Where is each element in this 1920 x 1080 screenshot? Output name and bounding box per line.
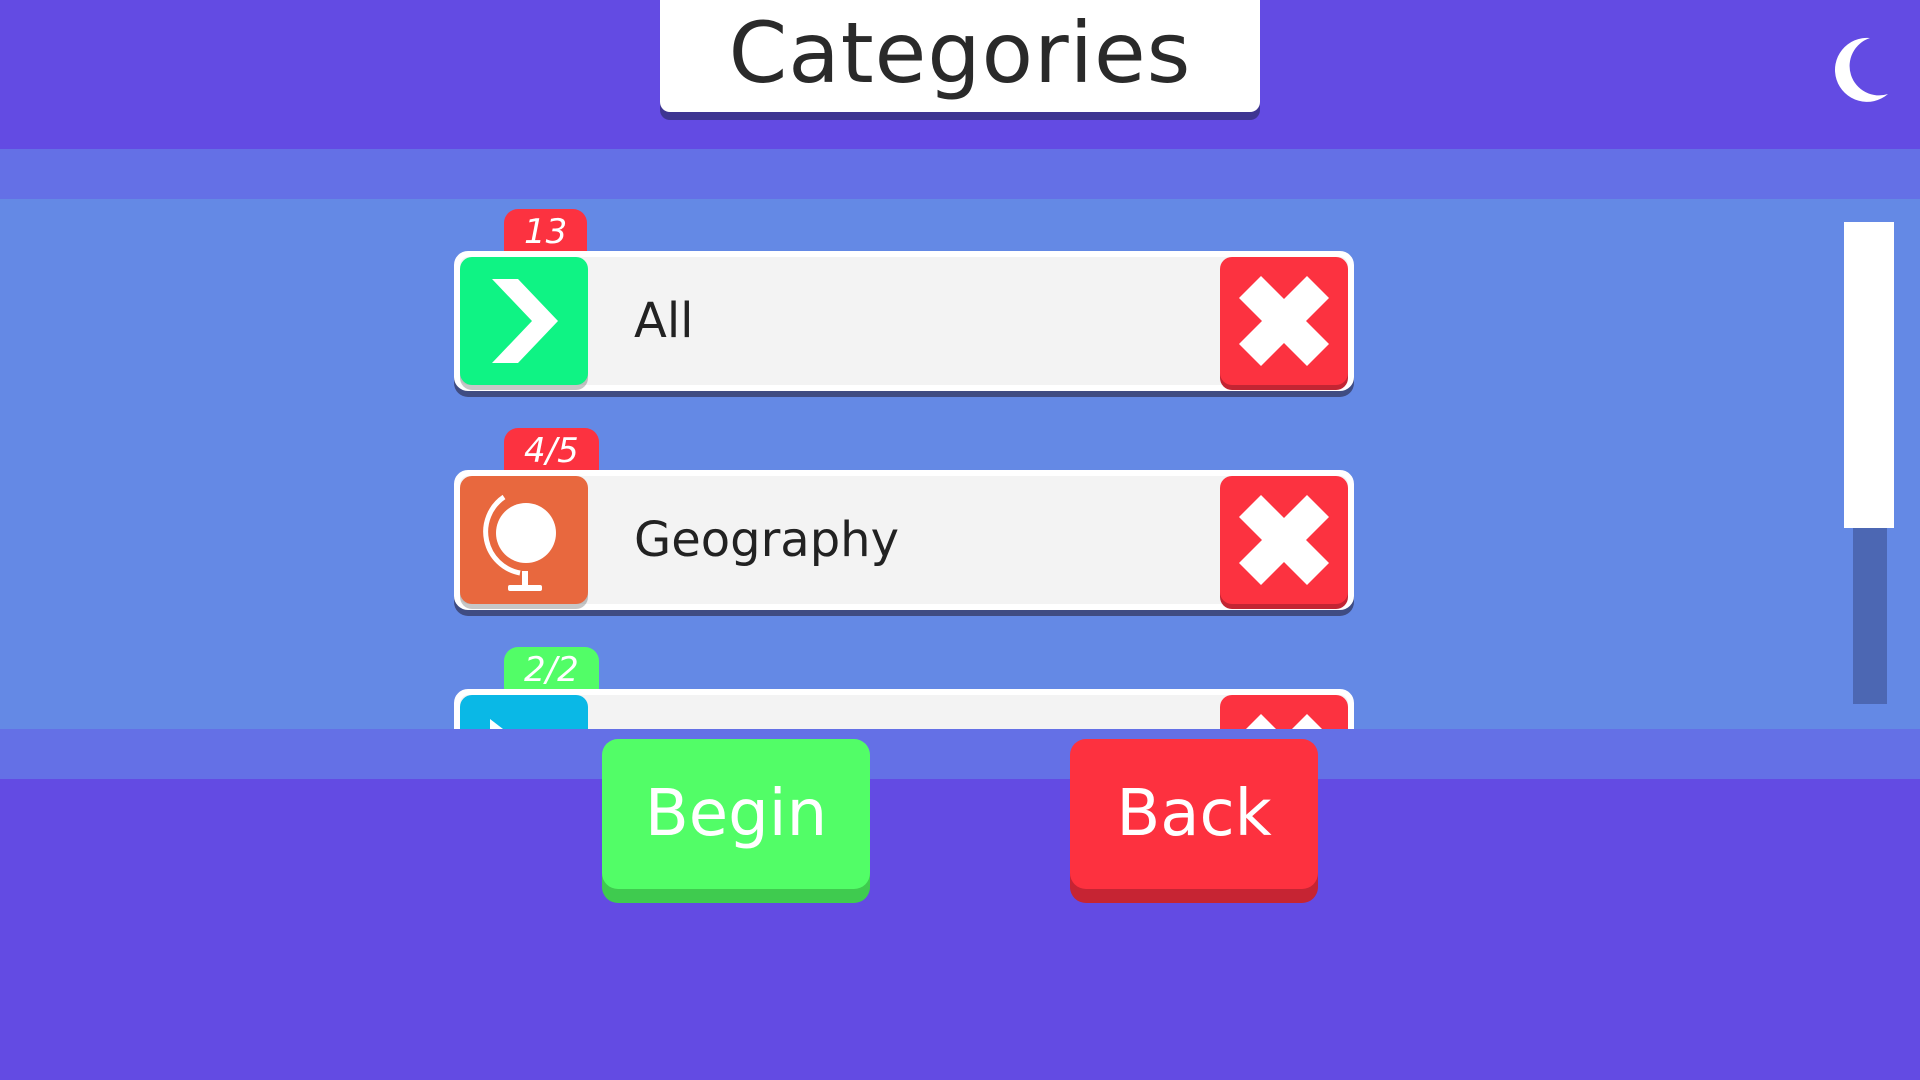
back-button[interactable]: Back: [1070, 739, 1318, 889]
select-category-button[interactable]: [460, 476, 588, 604]
chevron-right-icon: [492, 279, 558, 363]
count-badge: 4/5: [504, 428, 599, 474]
close-icon: [1239, 276, 1329, 366]
category-card: Geography: [454, 470, 1354, 610]
remove-category-button[interactable]: [1220, 257, 1348, 385]
crescent-moon-icon[interactable]: [1826, 34, 1892, 104]
select-category-button[interactable]: [460, 695, 588, 729]
page-title: Categories: [728, 4, 1192, 102]
category-label: Geography: [634, 512, 900, 568]
globe-icon: [483, 494, 556, 591]
title-card: Categories: [660, 0, 1260, 112]
begin-button[interactable]: Begin: [602, 739, 870, 889]
play-icon: [490, 719, 503, 729]
close-icon: [1246, 714, 1322, 729]
select-category-button[interactable]: [460, 257, 588, 385]
count-badge: 13: [504, 209, 588, 255]
category-card: All: [454, 251, 1354, 391]
scrollbar-thumb[interactable]: [1844, 222, 1894, 528]
category-list[interactable]: 13 All 4/5 Geography 2/2: [0, 199, 1920, 729]
category-label: All: [634, 293, 694, 349]
count-badge: 2/2: [504, 647, 599, 693]
remove-category-button[interactable]: [1220, 695, 1348, 729]
category-card: [454, 689, 1354, 729]
remove-category-button[interactable]: [1220, 476, 1348, 604]
close-icon: [1239, 495, 1329, 585]
list-bottom-band: [0, 729, 1920, 779]
list-top-band: [0, 149, 1920, 199]
